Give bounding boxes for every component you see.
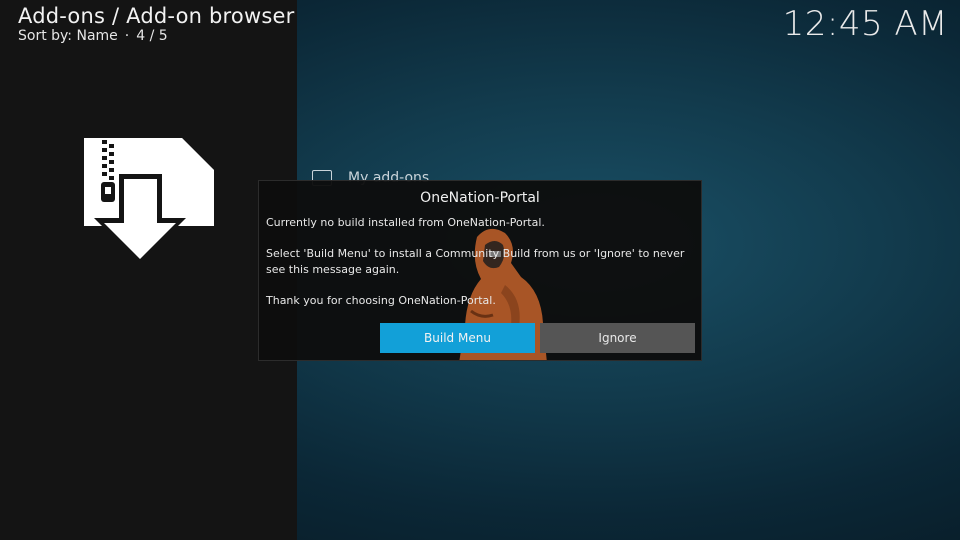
build-menu-button[interactable]: Build Menu [380, 323, 535, 353]
addon-download-icon [84, 138, 214, 264]
left-panel [0, 0, 297, 540]
message-line-3: Thank you for choosing OneNation-Portal. [266, 293, 496, 307]
page-title: Add-ons / Add-on browser [18, 4, 295, 28]
dialog: OneNation-Portal Currently no build inst… [258, 180, 702, 361]
ignore-button[interactable]: Ignore [540, 323, 695, 353]
sort-label[interactable]: Sort by: Name [18, 28, 118, 44]
dialog-message: Currently no build installed from OneNat… [266, 215, 701, 308]
clock: 12:45 AM [782, 4, 948, 44]
separator: · [124, 28, 130, 44]
dialog-title: OneNation-Portal [420, 190, 540, 206]
item-position: 4 / 5 [136, 28, 168, 44]
sort-info: Sort by: Name · 4 / 5 [18, 28, 168, 44]
message-line-1: Currently no build installed from OneNat… [266, 216, 545, 229]
message-line-2: Select 'Build Menu' to install a Communi… [266, 247, 685, 276]
